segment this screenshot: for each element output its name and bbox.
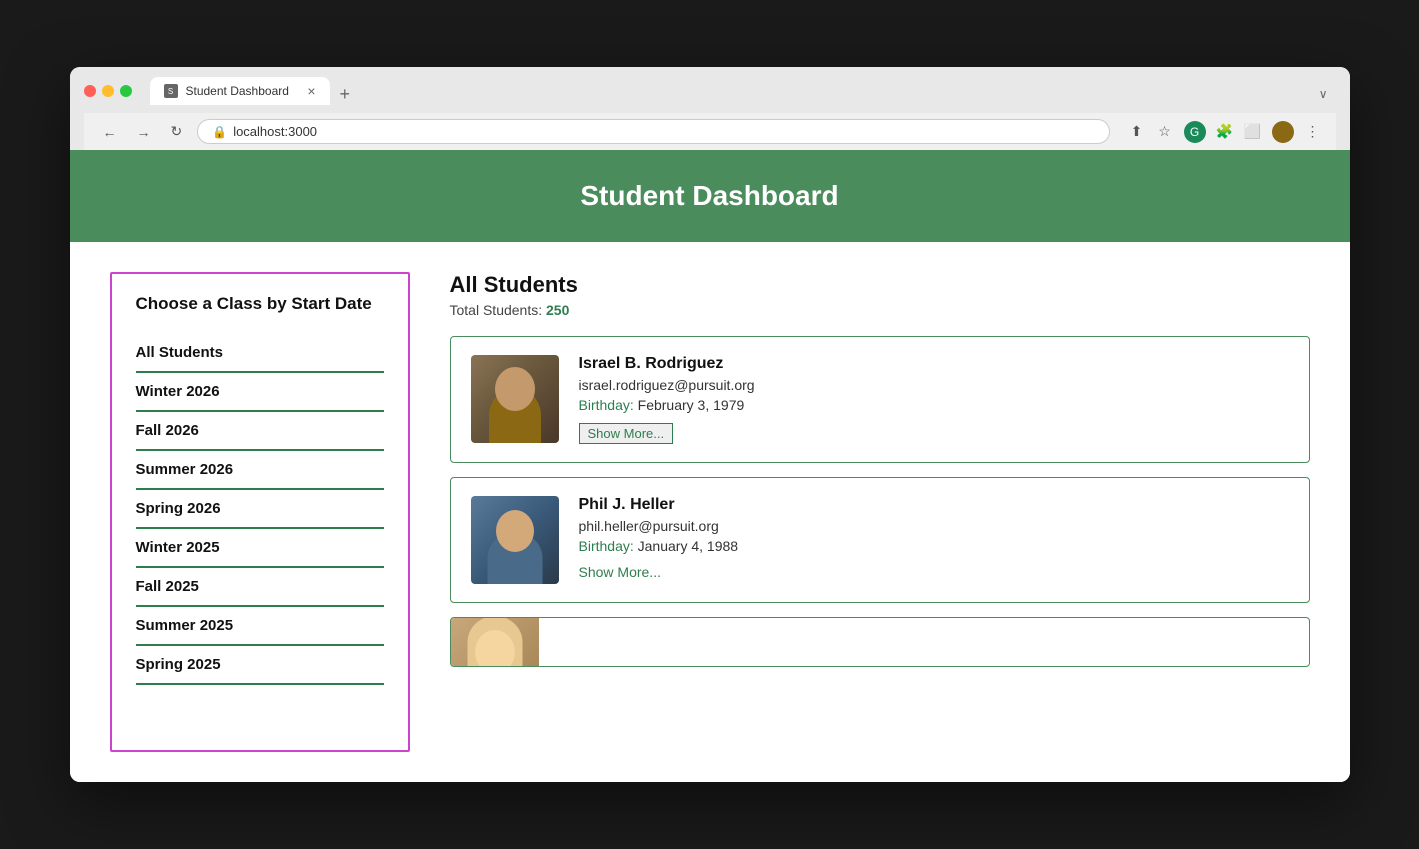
student-name-0: Israel B. Rodriguez (579, 355, 1289, 373)
back-button[interactable]: ← (98, 122, 122, 142)
sidebar-item-fall-2026[interactable]: Fall 2026 (136, 412, 384, 451)
sidebar-title: Choose a Class by Start Date (136, 294, 384, 314)
tab-dropdown-button[interactable]: ∨ (1311, 83, 1336, 105)
student-card-1: Phil J. Heller phil.heller@pursuit.org B… (450, 477, 1310, 603)
total-label: Total Students: (450, 302, 543, 318)
birthday-value-0: February 3, 1979 (638, 397, 745, 413)
tab-favicon: S (164, 84, 178, 98)
forward-button[interactable]: → (132, 122, 156, 142)
student-card-2 (450, 617, 1310, 667)
sidebar-item-fall-2025[interactable]: Fall 2025 (136, 568, 384, 607)
total-students-text: Total Students: 250 (450, 302, 1310, 318)
chrome-menu-icon[interactable]: ⋮ (1304, 123, 1322, 141)
sidebar-item-all-students[interactable]: All Students (136, 334, 384, 373)
student-avatar-0 (471, 355, 559, 443)
student-birthday-1: Birthday: January 4, 1988 (579, 538, 1289, 554)
sidebar-item-winter-2026[interactable]: Winter 2026 (136, 373, 384, 412)
app-body: Choose a Class by Start Date All Student… (70, 242, 1350, 782)
main-content: All Students Total Students: 250 Israel … (450, 272, 1310, 752)
minimize-traffic-light[interactable] (102, 85, 114, 97)
birthday-label-1: Birthday: (579, 538, 634, 554)
browser-titlebar: S Student Dashboard × + ∨ ← → ↻ 🔒 localh… (70, 67, 1350, 150)
tab-title: Student Dashboard (186, 84, 289, 98)
student-birthday-0: Birthday: February 3, 1979 (579, 397, 1289, 413)
sidebar-item-summer-2026[interactable]: Summer 2026 (136, 451, 384, 490)
app-header: Student Dashboard (70, 150, 1350, 242)
student-card-0: Israel B. Rodriguez israel.rodriguez@pur… (450, 336, 1310, 463)
student-info-0: Israel B. Rodriguez israel.rodriguez@pur… (579, 355, 1289, 444)
close-traffic-light[interactable] (84, 85, 96, 97)
sidebar-item-spring-2026[interactable]: Spring 2026 (136, 490, 384, 529)
browser-navbar: ← → ↻ 🔒 localhost:3000 ⬆ ☆ G 🧩 ⬜ ⋮ (84, 113, 1336, 150)
browser-window: S Student Dashboard × + ∨ ← → ↻ 🔒 localh… (70, 67, 1350, 782)
tab-close-button[interactable]: × (307, 83, 315, 99)
browser-tabs: S Student Dashboard × + ∨ (150, 77, 1336, 105)
sidebar-item-summer-2025[interactable]: Summer 2025 (136, 607, 384, 646)
student-avatar-2 (451, 618, 539, 667)
profile-avatar[interactable] (1272, 121, 1294, 143)
show-more-button-1[interactable]: Show More... (579, 564, 661, 580)
birthday-value-1: January 4, 1988 (638, 538, 738, 554)
browser-tab-active[interactable]: S Student Dashboard × (150, 77, 330, 105)
url-text: localhost:3000 (233, 124, 317, 139)
traffic-lights (84, 85, 132, 97)
browser-nav-actions: ⬆ ☆ G 🧩 ⬜ ⋮ (1128, 121, 1322, 143)
window-icon[interactable]: ⬜ (1244, 123, 1262, 141)
student-email-0: israel.rodriguez@pursuit.org (579, 377, 1289, 393)
section-title: All Students (450, 272, 1310, 298)
app-title: Student Dashboard (90, 180, 1330, 212)
student-info-1: Phil J. Heller phil.heller@pursuit.org B… (579, 496, 1289, 582)
security-icon: 🔒 (212, 125, 227, 139)
bookmark-icon[interactable]: ☆ (1156, 123, 1174, 141)
sidebar-item-spring-2025[interactable]: Spring 2025 (136, 646, 384, 685)
birthday-label-0: Birthday: (579, 397, 634, 413)
show-more-button-0[interactable]: Show More... (579, 423, 674, 444)
share-icon[interactable]: ⬆ (1128, 123, 1146, 141)
extension-icon[interactable]: G (1184, 121, 1206, 143)
student-email-1: phil.heller@pursuit.org (579, 518, 1289, 534)
sidebar-item-winter-2025[interactable]: Winter 2025 (136, 529, 384, 568)
maximize-traffic-light[interactable] (120, 85, 132, 97)
new-tab-button[interactable]: + (332, 84, 359, 105)
student-name-1: Phil J. Heller (579, 496, 1289, 514)
total-count: 250 (546, 302, 569, 318)
browser-controls: S Student Dashboard × + ∨ (84, 77, 1336, 105)
class-filter-sidebar: Choose a Class by Start Date All Student… (110, 272, 410, 752)
puzzle-icon[interactable]: 🧩 (1216, 123, 1234, 141)
student-avatar-1 (471, 496, 559, 584)
app-content: Student Dashboard Choose a Class by Star… (70, 150, 1350, 782)
address-bar[interactable]: 🔒 localhost:3000 (197, 119, 1109, 144)
reload-button[interactable]: ↻ (166, 121, 188, 142)
